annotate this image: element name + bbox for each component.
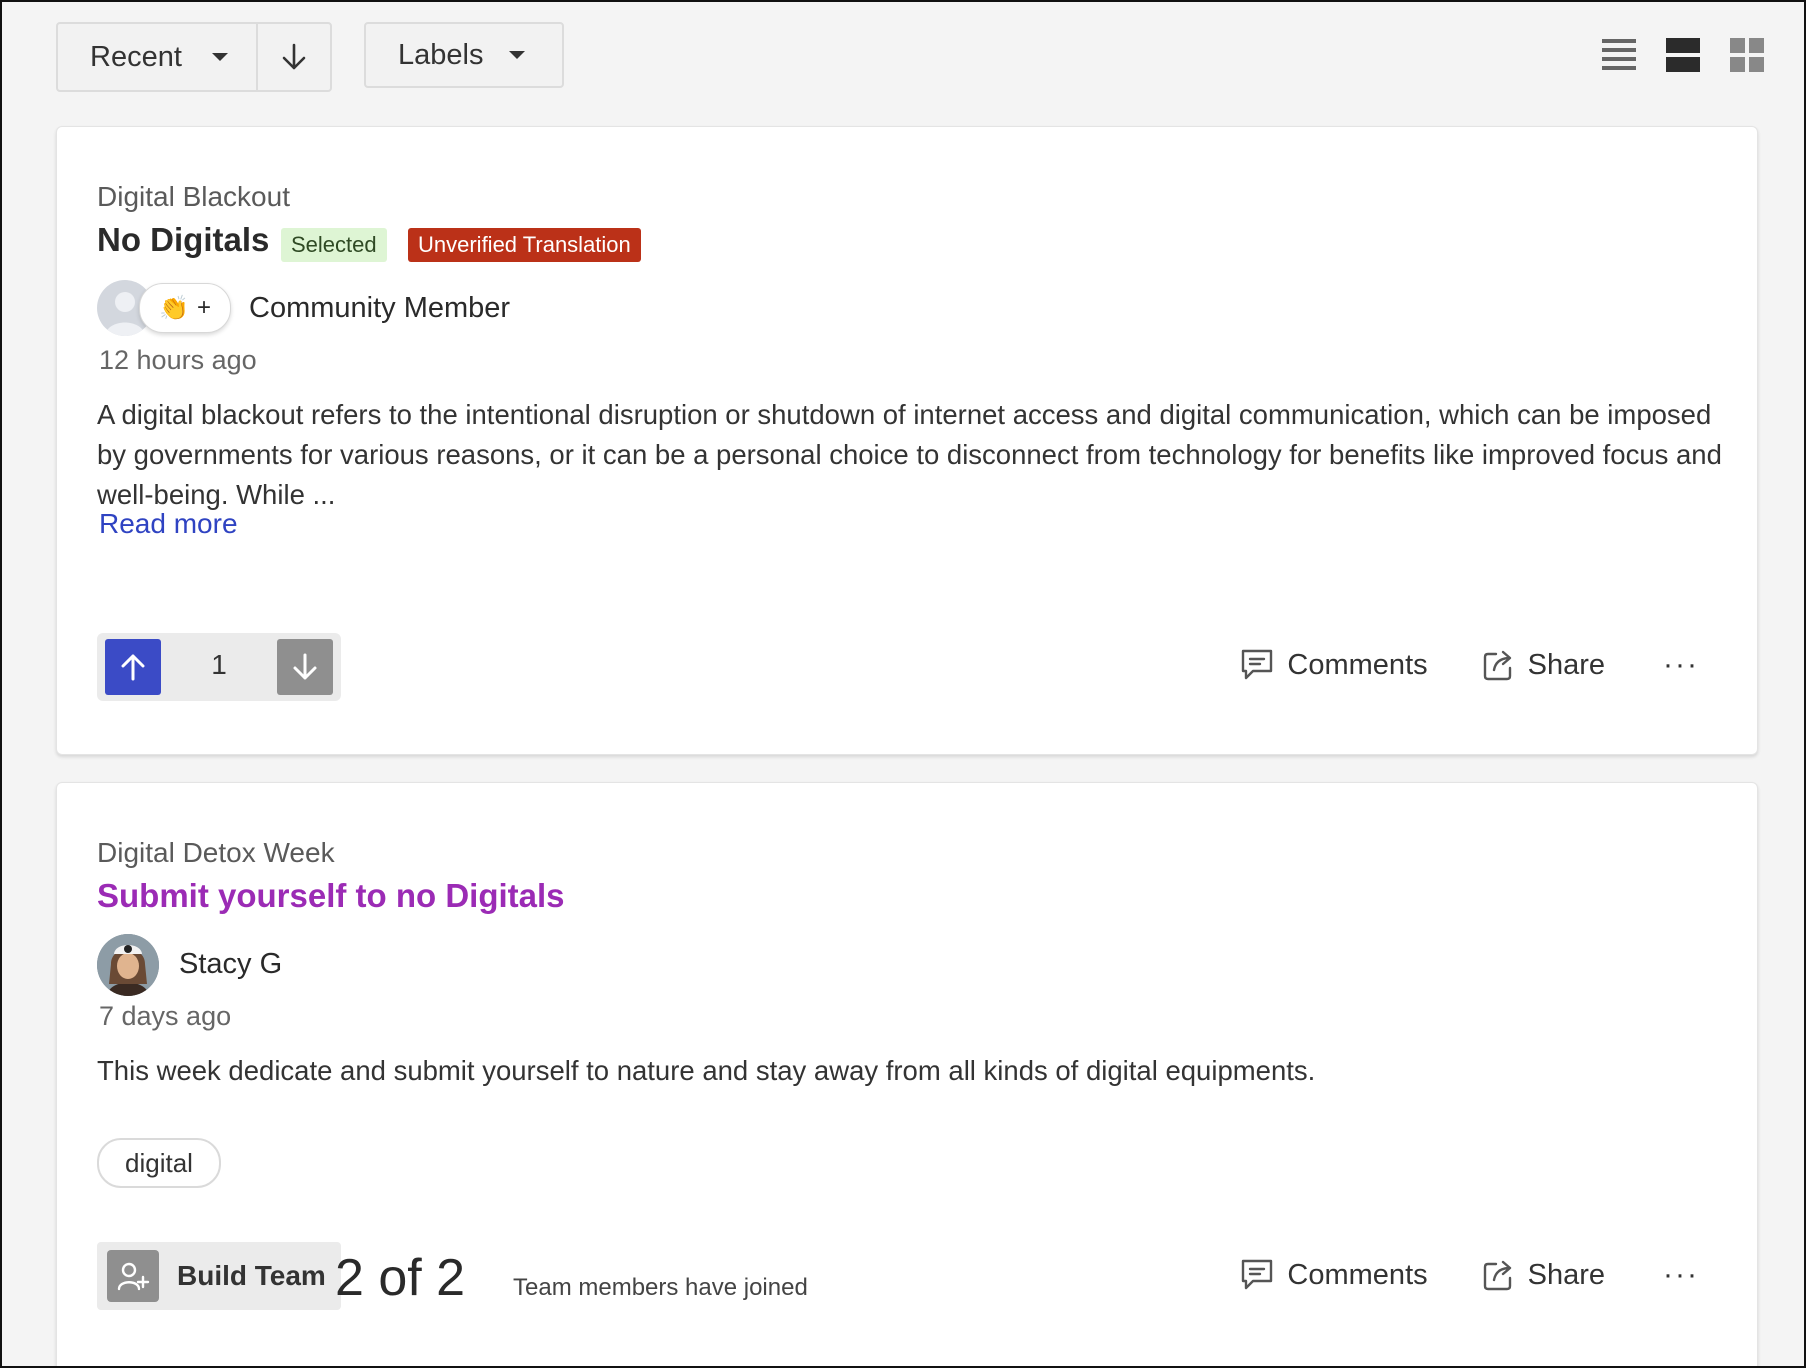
read-more-link[interactable]: Read more — [99, 508, 238, 540]
downvote-button[interactable] — [277, 639, 333, 695]
labels-label: Labels — [398, 38, 484, 71]
card-view-icon[interactable] — [1666, 38, 1700, 77]
add-user-icon — [107, 1250, 159, 1302]
ideas-feed: Recent Labels Digital Blackout No Digita… — [0, 0, 1806, 1368]
sort-dropdown[interactable]: Recent — [58, 24, 258, 90]
unverified-translation-badge: Unverified Translation — [408, 228, 641, 262]
build-team-label: Build Team — [177, 1260, 326, 1291]
comments-button[interactable]: Comments — [1239, 1257, 1428, 1293]
idea-description: A digital blackout refers to the intenti… — [97, 399, 1722, 510]
caret-down-icon — [211, 53, 228, 61]
card-actions: Comments Share ··· — [1239, 1257, 1699, 1293]
team-status-text: Team members have joined — [513, 1274, 808, 1301]
timestamp: 12 hours ago — [99, 345, 257, 375]
labels-dropdown[interactable]: Labels — [364, 22, 564, 88]
add-reaction-button[interactable]: 👏 + — [139, 283, 231, 333]
idea-card: Digital Detox Week Submit yourself to no… — [56, 782, 1758, 1366]
comments-button[interactable]: Comments — [1239, 647, 1428, 683]
campaign-name: Digital Blackout — [97, 181, 290, 212]
grid-view-icon[interactable] — [1730, 38, 1764, 77]
author-avatar-group: 👏 + — [97, 280, 237, 336]
plus-icon: + — [196, 294, 211, 321]
idea-title[interactable]: No Digitals — [97, 221, 269, 259]
vote-control: 1 — [97, 633, 341, 701]
share-button[interactable]: Share — [1482, 1258, 1605, 1292]
timestamp: 7 days ago — [99, 1001, 232, 1031]
share-label: Share — [1527, 1258, 1606, 1291]
view-mode-switcher — [1602, 38, 1764, 77]
more-options-icon[interactable]: ··· — [1663, 1258, 1699, 1292]
card-actions: Comments Share ··· — [1239, 647, 1699, 683]
label-tag[interactable]: digital — [97, 1138, 221, 1188]
author-name[interactable]: Stacy G — [179, 948, 282, 981]
arrow-down-icon — [282, 43, 306, 70]
more-options-icon[interactable]: ··· — [1663, 648, 1699, 682]
list-view-icon[interactable] — [1602, 38, 1636, 77]
idea-card: Digital Blackout No Digitals Selected Un… — [56, 126, 1758, 755]
idea-description: This week dedicate and submit yourself t… — [97, 1055, 1316, 1086]
share-icon — [1483, 650, 1511, 681]
share-label: Share — [1527, 648, 1606, 681]
clap-icon: 👏 — [159, 294, 189, 322]
campaign-name: Digital Detox Week — [97, 837, 335, 868]
sort-control: Recent — [56, 22, 332, 92]
sort-direction-button[interactable] — [258, 24, 330, 90]
sort-label: Recent — [90, 40, 182, 73]
author-name[interactable]: Community Member — [249, 292, 510, 325]
team-count: 2 of 2 — [335, 1249, 466, 1307]
comment-icon — [1242, 649, 1273, 680]
build-team-button[interactable]: Build Team — [97, 1242, 341, 1310]
comments-label: Comments — [1287, 648, 1428, 681]
idea-title[interactable]: Submit yourself to no Digitals — [97, 877, 565, 915]
comment-icon — [1242, 1259, 1273, 1290]
arrow-down-icon — [293, 653, 317, 680]
feed-toolbar: Recent Labels — [56, 22, 1764, 92]
comments-label: Comments — [1287, 1258, 1428, 1291]
share-icon — [1483, 1260, 1511, 1291]
avatar[interactable] — [97, 934, 159, 996]
caret-down-icon — [509, 51, 526, 59]
selected-badge: Selected — [281, 228, 387, 262]
share-button[interactable]: Share — [1482, 648, 1605, 682]
